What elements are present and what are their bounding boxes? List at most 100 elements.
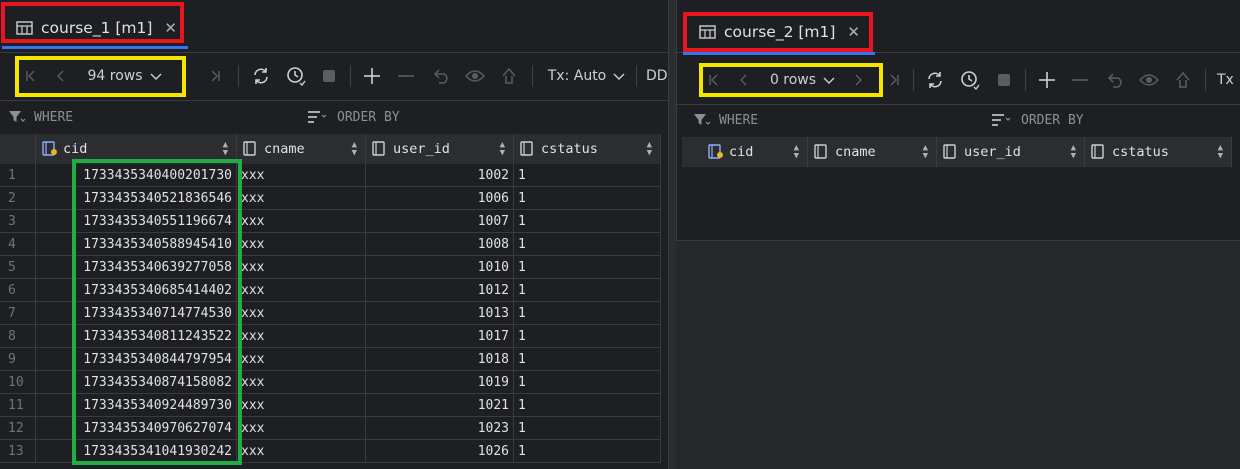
cell-cstatus[interactable]: 1 [514,187,661,210]
cell-cstatus[interactable]: 1 [514,256,661,279]
add-row-icon[interactable] [1036,56,1058,104]
column-header-cname[interactable]: cname ▲ ▼ [808,137,937,167]
last-page-icon[interactable] [204,52,226,100]
stop-icon[interactable] [993,56,1015,104]
cell-cstatus[interactable]: 1 [514,440,661,463]
column-header-cname[interactable]: cname ▲ ▼ [237,134,366,164]
column-header-cstatus[interactable]: cstatus ▲ ▼ [514,134,661,164]
add-row-icon[interactable] [361,52,383,100]
cell-cname[interactable]: xxx [237,256,366,279]
where-filter[interactable]: WHERE [693,104,758,136]
cell-cname[interactable]: xxx [237,302,366,325]
cell-user-id[interactable]: 1021 [366,394,514,417]
sort-icon[interactable]: ▲ ▼ [500,141,505,158]
cell-user-id[interactable]: 1023 [366,417,514,440]
submit-icon[interactable] [498,52,520,100]
cell-cstatus[interactable]: 1 [514,164,661,187]
row-number-header [682,137,702,167]
column-icon [520,141,533,156]
ddl-button[interactable]: DD [646,52,668,100]
history-clock-icon[interactable] [958,56,982,104]
transaction-mode-dropdown[interactable]: Tx: Auto [546,52,628,100]
cell-cname[interactable]: xxx [237,394,366,417]
active-tab-indicator [2,46,188,49]
column-header-cstatus[interactable]: cstatus ▲ ▼ [1085,137,1232,167]
cell-cstatus[interactable]: 1 [514,348,661,371]
cell-user-id[interactable]: 1017 [366,325,514,348]
cell-cstatus[interactable]: 1 [514,394,661,417]
toolbar-separator [238,65,239,87]
column-icon [1091,144,1104,159]
order-by-filter[interactable]: ORDER BY [307,101,400,133]
cell-cname[interactable]: xxx [237,187,366,210]
sort-icon[interactable]: ▲ ▼ [223,141,228,158]
cell-user-id[interactable]: 1012 [366,279,514,302]
cell-user-id[interactable]: 1010 [366,256,514,279]
cell-user-id[interactable]: 1002 [366,164,514,187]
sort-icon[interactable]: ▲ ▼ [1218,144,1223,161]
order-by-filter[interactable]: ORDER BY [991,104,1084,136]
submit-icon[interactable] [1172,56,1194,104]
cell-cstatus[interactable]: 1 [514,279,661,302]
cell-user-id[interactable]: 1026 [366,440,514,463]
right-filter-bar: WHERE ORDER BY [677,104,1240,136]
revert-icon[interactable] [430,52,454,100]
cell-cname[interactable]: xxx [237,233,366,256]
cell-cstatus[interactable]: 1 [514,417,661,440]
cell-cname[interactable]: xxx [237,210,366,233]
cell-user-id[interactable]: 1013 [366,302,514,325]
cell-cstatus[interactable]: 1 [514,302,661,325]
revert-icon[interactable] [1104,56,1128,104]
cell-user-id[interactable]: 1007 [366,210,514,233]
cell-cstatus[interactable]: 1 [514,371,661,394]
column-header-user-id[interactable]: user_id ▲ ▼ [937,137,1085,167]
delete-row-icon[interactable] [395,52,417,100]
last-page-icon[interactable] [883,56,905,104]
sort-icon[interactable]: ▲ ▼ [647,141,652,158]
row-number: 7 [0,302,36,325]
preview-changes-icon[interactable] [464,52,488,100]
cell-cname[interactable]: xxx [237,325,366,348]
chevron-down-icon [613,73,625,80]
refresh-icon[interactable] [249,52,273,100]
sort-icon[interactable]: ▲ ▼ [794,144,799,161]
row-number: 9 [0,348,36,371]
splitter[interactable] [669,0,676,469]
empty-area [676,241,1240,469]
row-number-header [0,134,36,164]
stop-icon[interactable] [318,52,340,100]
cell-cstatus[interactable]: 1 [514,210,661,233]
transaction-mode-dropdown[interactable]: Tx [1217,56,1240,104]
row-number: 3 [0,210,36,233]
preview-changes-icon[interactable] [1138,56,1162,104]
refresh-icon[interactable] [923,56,947,104]
filter-funnel-icon [694,114,711,125]
row-number: 5 [0,256,36,279]
cell-user-id[interactable]: 1019 [366,371,514,394]
row-number: 10 [0,371,36,394]
cell-cname[interactable]: xxx [237,417,366,440]
sort-icon[interactable]: ▲ ▼ [1071,144,1076,161]
where-filter[interactable]: WHERE [8,101,73,133]
delete-row-icon[interactable] [1069,56,1091,104]
column-header-cid[interactable]: cid ▲ ▼ [702,137,808,167]
cell-user-id[interactable]: 1018 [366,348,514,371]
left-filter-bar: WHERE ORDER BY [0,101,668,133]
row-number: 6 [0,279,36,302]
cell-cname[interactable]: xxx [237,279,366,302]
cell-user-id[interactable]: 1008 [366,233,514,256]
sort-icon[interactable]: ▲ ▼ [352,141,357,158]
column-header-user-id[interactable]: user_id ▲ ▼ [366,134,514,164]
cell-cname[interactable]: xxx [237,371,366,394]
row-number: 1 [0,164,36,187]
history-clock-icon[interactable] [284,52,308,100]
column-icon [814,144,827,159]
cell-cname[interactable]: xxx [237,164,366,187]
cell-cstatus[interactable]: 1 [514,325,661,348]
cell-cname[interactable]: xxx [237,440,366,463]
column-icon [943,144,956,159]
cell-cstatus[interactable]: 1 [514,233,661,256]
cell-user-id[interactable]: 1006 [366,187,514,210]
cell-cname[interactable]: xxx [237,348,366,371]
sort-icon[interactable]: ▲ ▼ [923,144,928,161]
